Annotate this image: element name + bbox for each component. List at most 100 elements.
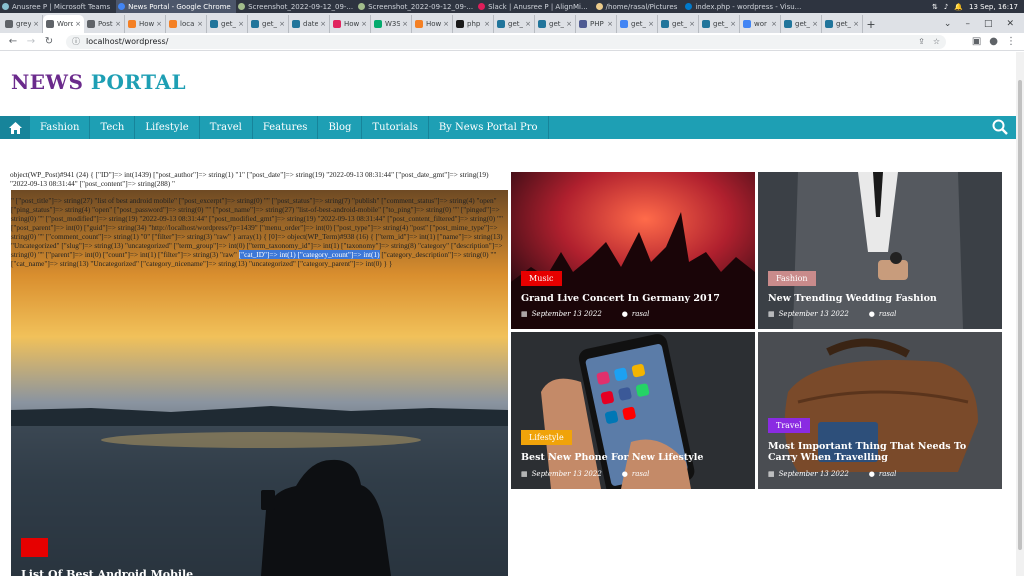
taskbar-item-vscode[interactable]: index.php - wordpress - Visu... (683, 0, 803, 13)
tab-close-icon[interactable]: × (648, 20, 654, 28)
nav-item-tutorials[interactable]: Tutorials (362, 116, 429, 139)
post-card-travel[interactable]: Travel Most Important Thing That Needs T… (758, 332, 1002, 489)
post-author[interactable]: rasal (632, 470, 650, 478)
browser-tab[interactable]: get_ × (248, 15, 289, 33)
maximize-button[interactable]: □ (984, 19, 993, 29)
tab-close-icon[interactable]: × (525, 20, 531, 28)
tab-close-icon[interactable]: × (238, 20, 244, 28)
browser-tab[interactable]: get_ × (822, 15, 863, 33)
taskbar-item-slack[interactable]: Slack | Anusree P | AlignMi... (476, 0, 594, 13)
share-icon[interactable]: ⇪ (918, 37, 925, 46)
browser-tab[interactable]: get_ × (535, 15, 576, 33)
nav-item-pro[interactable]: By News Portal Pro (429, 116, 549, 139)
home-icon[interactable] (0, 116, 30, 139)
tab-close-icon[interactable]: × (156, 20, 162, 28)
tab-close-icon[interactable]: × (771, 20, 777, 28)
tab-close-icon[interactable]: × (853, 20, 859, 28)
tab-close-icon[interactable]: × (75, 20, 81, 28)
tab-close-icon[interactable]: × (115, 20, 121, 28)
browser-tab[interactable]: local × (166, 15, 207, 33)
browser-tab[interactable]: get_ × (207, 15, 248, 33)
reload-button[interactable]: ↻ (40, 36, 58, 47)
forward-button[interactable]: → (22, 36, 40, 47)
tab-close-icon[interactable]: × (33, 20, 39, 28)
notification-icon[interactable]: 🔔 (954, 3, 963, 11)
post-card-lifestyle[interactable]: Lifestyle Best New Phone For New Lifesty… (511, 332, 755, 489)
post-author[interactable]: rasal (879, 310, 897, 318)
browser-tab[interactable]: How × (125, 15, 166, 33)
post-card-music[interactable]: Music Grand Live Concert In Germany 2017… (511, 172, 755, 329)
bookmark-star-icon[interactable]: ☆ (933, 37, 940, 46)
browser-tab[interactable]: get_ × (781, 15, 822, 33)
category-badge[interactable]: Fashion (768, 271, 816, 286)
browser-tab[interactable]: get_ × (699, 15, 740, 33)
card-title[interactable]: Most Important Thing That Needs To Carry… (768, 441, 992, 463)
tab-close-icon[interactable]: × (197, 20, 203, 28)
hero-category-badge[interactable] (21, 538, 48, 557)
tab-close-icon[interactable]: × (320, 20, 326, 28)
browser-tab[interactable]: get_ × (617, 15, 658, 33)
browser-tab[interactable]: get_ × (494, 15, 535, 33)
tab-close-icon[interactable]: × (812, 20, 818, 28)
category-badge[interactable]: Travel (768, 418, 810, 433)
taskbar-item-screenshot-1[interactable]: Screenshot_2022-09-12_09-... (236, 0, 356, 13)
nav-item-tech[interactable]: Tech (90, 116, 136, 139)
browser-tab[interactable]: How × (330, 15, 371, 33)
nav-item-lifestyle[interactable]: Lifestyle (135, 116, 200, 139)
tab-close-icon[interactable]: × (484, 20, 490, 28)
browser-tab[interactable]: Word × (43, 15, 84, 33)
post-card-fashion[interactable]: Fashion New Trending Wedding Fashion ▦ S… (758, 172, 1002, 329)
category-badge[interactable]: Lifestyle (521, 430, 572, 445)
tab-close-icon[interactable]: × (361, 20, 367, 28)
minimize-button[interactable]: – (965, 19, 970, 29)
browser-tab[interactable]: PHP × (576, 15, 617, 33)
browser-tab[interactable]: date × (289, 15, 330, 33)
network-icon[interactable]: ⇅ (932, 3, 938, 11)
card-title[interactable]: Best New Phone For New Lifestyle (521, 452, 745, 463)
browser-tab[interactable]: get_ × (658, 15, 699, 33)
page-scrollbar[interactable] (1016, 52, 1024, 576)
tab-search-icon[interactable]: ⌄ (944, 19, 952, 29)
tab-close-icon[interactable]: × (730, 20, 736, 28)
scrollbar-thumb[interactable] (1018, 80, 1022, 550)
browser-tab[interactable]: grey × (2, 15, 43, 33)
hero-title[interactable]: List Of Best Android Mobile (21, 568, 193, 576)
site-title[interactable]: NEWS PORTAL (11, 70, 186, 94)
browser-tab[interactable]: php × (453, 15, 494, 33)
volume-icon[interactable]: ♪ (944, 3, 948, 11)
taskbar-item-teams[interactable]: Anusree P | Microsoft Teams (0, 0, 116, 13)
card-title[interactable]: New Trending Wedding Fashion (768, 293, 992, 304)
menu-kebab-icon[interactable]: ⋮ (1006, 36, 1016, 47)
browser-tab[interactable]: W3S × (371, 15, 412, 33)
tab-close-icon[interactable]: × (402, 20, 408, 28)
site-info-icon[interactable]: ⓘ (72, 36, 80, 47)
browser-tab[interactable]: wor × (740, 15, 781, 33)
card-title[interactable]: Grand Live Concert In Germany 2017 (521, 293, 745, 304)
category-badge[interactable]: Music (521, 271, 562, 286)
tab-close-icon[interactable]: × (279, 20, 285, 28)
browser-tab[interactable]: How × (412, 15, 453, 33)
tab-close-icon[interactable]: × (566, 20, 572, 28)
nav-item-travel[interactable]: Travel (200, 116, 253, 139)
nav-item-blog[interactable]: Blog (318, 116, 363, 139)
browser-tab[interactable]: Post × (84, 15, 125, 33)
clock[interactable]: 13 Sep, 16:17 (969, 3, 1018, 11)
tab-close-icon[interactable]: × (443, 20, 449, 28)
tab-close-icon[interactable]: × (689, 20, 695, 28)
hero-post[interactable]: " ["post_title"]=> string(27) "list of b… (11, 190, 508, 576)
new-tab-button[interactable]: + (863, 15, 879, 33)
taskbar-item-screenshot-2[interactable]: Screenshot_2022-09-12_09-... (356, 0, 476, 13)
tab-close-icon[interactable]: × (607, 20, 613, 28)
side-panel-icon[interactable]: ▣ (972, 36, 981, 47)
back-button[interactable]: ← (4, 36, 22, 47)
taskbar-item-chrome[interactable]: News Portal - Google Chrome (116, 0, 237, 13)
nav-item-features[interactable]: Features (253, 116, 319, 139)
post-author[interactable]: rasal (632, 310, 650, 318)
taskbar-item-files[interactable]: /home/rasal/Pictures (594, 0, 684, 13)
address-bar[interactable]: ⓘ localhost/wordpress/ ⇪ ☆ (66, 34, 946, 49)
post-author[interactable]: rasal (879, 470, 897, 478)
profile-icon[interactable]: ● (989, 36, 998, 47)
search-icon[interactable] (992, 119, 1008, 139)
nav-item-fashion[interactable]: Fashion (30, 116, 91, 139)
close-window-button[interactable]: ✕ (1006, 19, 1014, 29)
